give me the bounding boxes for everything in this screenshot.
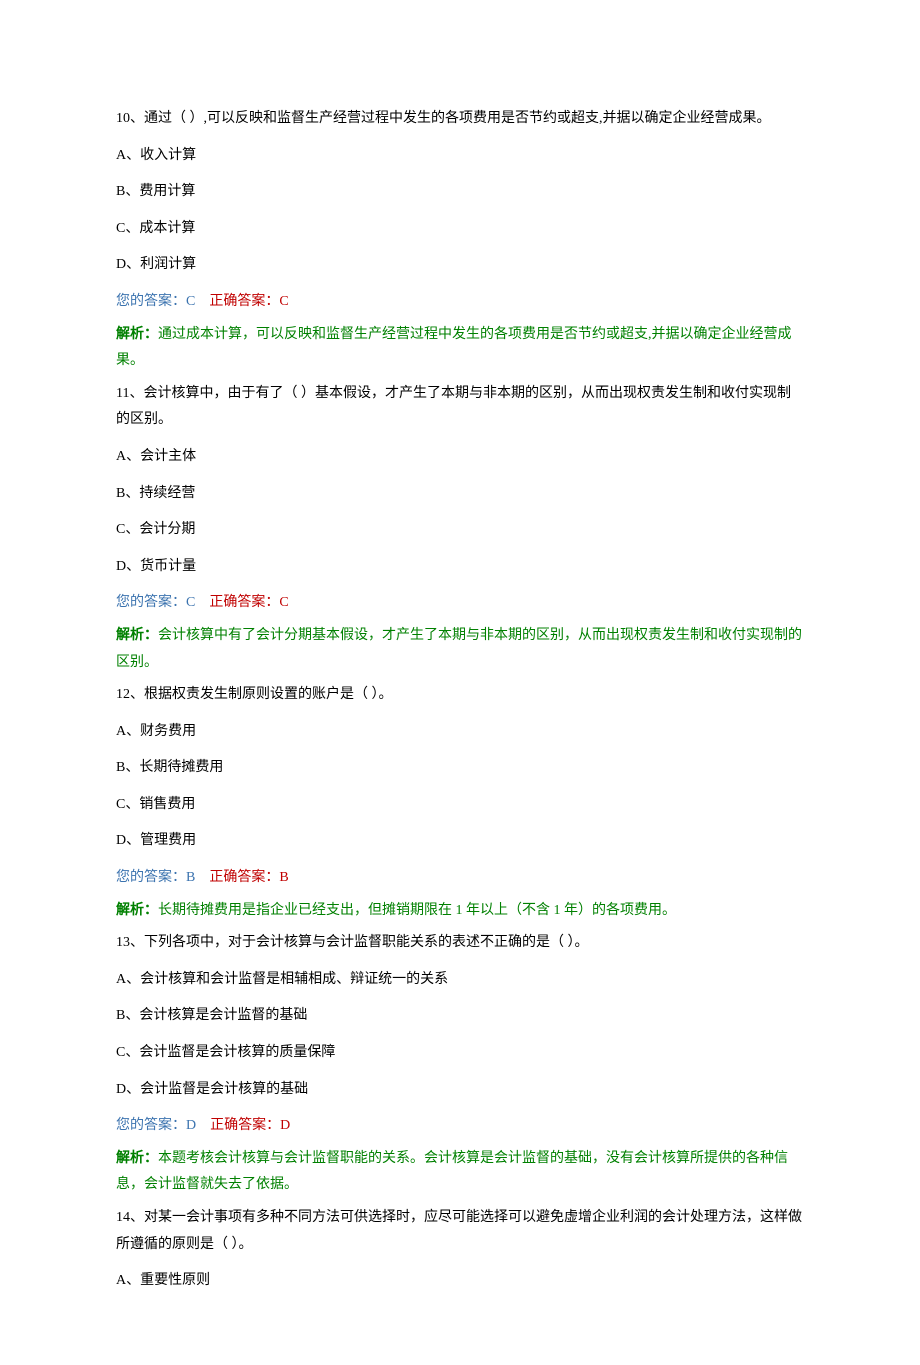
your-answer-value: B <box>186 870 195 885</box>
analysis-text: 通过成本计算，可以反映和监督生产经营过程中发生的各项费用是否节约或超支,并据以确… <box>116 327 792 369</box>
your-answer-value: C <box>186 294 195 309</box>
correct-answer-label: 正确答案： <box>210 1118 280 1133</box>
analysis-label: 解析： <box>116 1151 158 1166</box>
analysis-text: 会计核算中有了会计分期基本假设，才产生了本期与非本期的区别，从而出现权责发生制和… <box>116 628 802 670</box>
question-option: C、会计监督是会计核算的质量保障 <box>116 1040 804 1067</box>
correct-answer-value: C <box>279 294 288 309</box>
correct-answer-value: C <box>279 595 288 610</box>
question-option: B、会计核算是会计监督的基础 <box>116 1003 804 1030</box>
question-block: 11、会计核算中，由于有了（ ）基本假设，才产生了本期与非本期的区别，从而出现权… <box>116 381 804 676</box>
question-block: 12、根据权责发生制原则设置的账户是（ ）。 A、财务费用 B、长期待摊费用 C… <box>116 682 804 924</box>
analysis: 解析：本题考核会计核算与会计监督职能的关系。会计核算是会计监督的基础，没有会计核… <box>116 1146 804 1199</box>
correct-answer-label: 正确答案： <box>209 294 279 309</box>
analysis-label: 解析： <box>116 327 158 342</box>
analysis: 解析：长期待摊费用是指企业已经支出，但摊销期限在 1 年以上（不含 1 年）的各… <box>116 898 804 925</box>
your-answer-value: C <box>186 595 195 610</box>
question-option: C、成本计算 <box>116 216 804 243</box>
analysis-text: 长期待摊费用是指企业已经支出，但摊销期限在 1 年以上（不含 1 年）的各项费用… <box>158 903 676 918</box>
correct-answer-label: 正确答案： <box>209 870 279 885</box>
question-option: B、长期待摊费用 <box>116 755 804 782</box>
question-option: D、管理费用 <box>116 828 804 855</box>
question-option: A、会计主体 <box>116 444 804 471</box>
question-option: B、持续经营 <box>116 481 804 508</box>
answer-line: 您的答案：C 正确答案：C <box>116 289 804 316</box>
question-option: C、销售费用 <box>116 792 804 819</box>
question-option: A、重要性原则 <box>116 1268 804 1295</box>
question-option: A、收入计算 <box>116 143 804 170</box>
question-option: B、费用计算 <box>116 179 804 206</box>
correct-answer-value: B <box>279 870 288 885</box>
question-option: D、货币计量 <box>116 554 804 581</box>
analysis: 解析：通过成本计算，可以反映和监督生产经营过程中发生的各项费用是否节约或超支,并… <box>116 322 804 375</box>
question-option: C、会计分期 <box>116 517 804 544</box>
question-option: A、财务费用 <box>116 719 804 746</box>
question-block: 13、下列各项中，对于会计核算与会计监督职能关系的表述不正确的是（ ）。 A、会… <box>116 930 804 1199</box>
analysis: 解析：会计核算中有了会计分期基本假设，才产生了本期与非本期的区别，从而出现权责发… <box>116 623 804 676</box>
question-option: D、会计监督是会计核算的基础 <box>116 1077 804 1104</box>
question-stem: 11、会计核算中，由于有了（ ）基本假设，才产生了本期与非本期的区别，从而出现权… <box>116 381 804 434</box>
your-answer-label: 您的答案： <box>116 294 186 309</box>
question-stem: 10、通过（ ）,可以反映和监督生产经营过程中发生的各项费用是否节约或超支,并据… <box>116 106 804 133</box>
question-block: 14、对某一会计事项有多种不同方法可供选择时，应尽可能选择可以避免虚增企业利润的… <box>116 1205 804 1295</box>
question-option: D、利润计算 <box>116 252 804 279</box>
answer-line: 您的答案：D 正确答案：D <box>116 1113 804 1140</box>
your-answer-label: 您的答案： <box>116 1118 186 1133</box>
analysis-label: 解析： <box>116 628 158 643</box>
correct-answer-value: D <box>280 1118 290 1133</box>
your-answer-label: 您的答案： <box>116 595 186 610</box>
your-answer-label: 您的答案： <box>116 870 186 885</box>
question-stem: 14、对某一会计事项有多种不同方法可供选择时，应尽可能选择可以避免虚增企业利润的… <box>116 1205 804 1258</box>
answer-line: 您的答案：B 正确答案：B <box>116 865 804 892</box>
question-option: A、会计核算和会计监督是相辅相成、辩证统一的关系 <box>116 967 804 994</box>
your-answer-value: D <box>186 1118 196 1133</box>
correct-answer-label: 正确答案： <box>209 595 279 610</box>
question-stem: 13、下列各项中，对于会计核算与会计监督职能关系的表述不正确的是（ ）。 <box>116 930 804 957</box>
question-block: 10、通过（ ）,可以反映和监督生产经营过程中发生的各项费用是否节约或超支,并据… <box>116 106 804 375</box>
question-stem: 12、根据权责发生制原则设置的账户是（ ）。 <box>116 682 804 709</box>
analysis-text: 本题考核会计核算与会计监督职能的关系。会计核算是会计监督的基础，没有会计核算所提… <box>116 1151 788 1193</box>
analysis-label: 解析： <box>116 903 158 918</box>
answer-line: 您的答案：C 正确答案：C <box>116 590 804 617</box>
